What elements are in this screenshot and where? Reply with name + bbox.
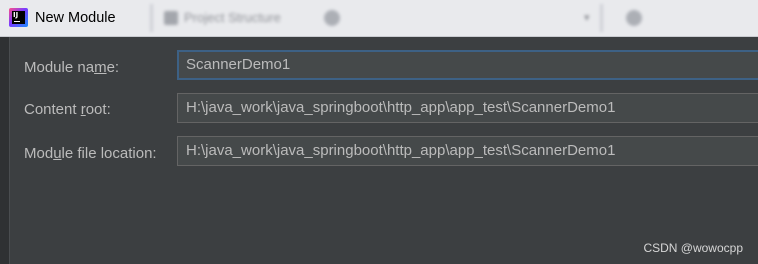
window-title: New Module <box>35 10 116 26</box>
chevron-down-icon: ▾ <box>584 11 590 24</box>
content-root-input[interactable]: H:\java_work\java_springboot\http_app\ap… <box>177 93 758 123</box>
background-tab-label: Project Structure <box>184 10 281 25</box>
watermark: CSDN @wowocpp <box>643 241 743 255</box>
intellij-idea-icon: IJ <box>9 8 28 27</box>
gear-icon <box>626 10 642 26</box>
titlebar-divider <box>600 4 603 32</box>
window-title-bar[interactable]: IJ New Module Project Structure ▾ <box>0 0 758 37</box>
gear-icon <box>324 10 340 26</box>
module-file-location-input[interactable]: H:\java_work\java_springboot\http_app\ap… <box>177 136 758 166</box>
module-file-location-label: Module file location: <box>24 145 157 162</box>
dialog-left-edge <box>0 37 10 264</box>
project-structure-icon <box>164 11 178 25</box>
module-name-label: Module name: <box>24 59 120 76</box>
new-module-dialog: Module name: ScannerDemo1 Content root: … <box>0 37 758 264</box>
background-window-titlebar: Project Structure ▾ <box>150 0 758 36</box>
module-name-input[interactable]: ScannerDemo1 <box>177 50 758 80</box>
content-root-label: Content root: <box>24 101 111 118</box>
titlebar-divider <box>150 4 153 32</box>
